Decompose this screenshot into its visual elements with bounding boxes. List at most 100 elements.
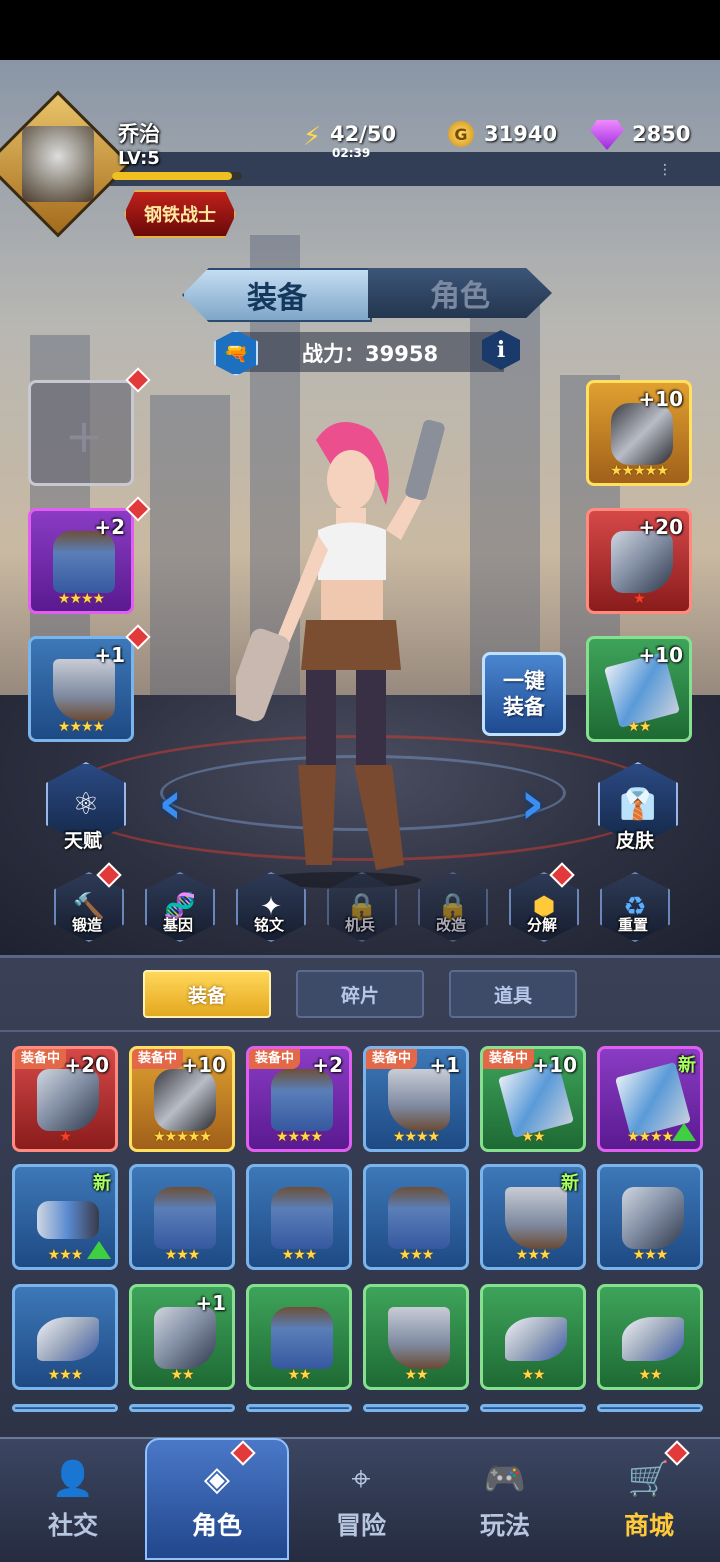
tab-character[interactable]: 角色: [368, 268, 552, 318]
inventory-tab-items[interactable]: 道具: [449, 970, 577, 1018]
new-tag: 新: [678, 1055, 696, 1076]
inventory-item[interactable]: ★★: [363, 1284, 469, 1390]
item-level: +10: [638, 387, 683, 411]
inventory-item-partial: [363, 1404, 469, 1412]
inventory-tab-fragments[interactable]: 碎片: [296, 970, 424, 1018]
armor-icon: [271, 1187, 333, 1249]
inventory-item[interactable]: 新 ★★★: [480, 1164, 586, 1270]
item-stars: ★★★★★: [153, 1129, 212, 1145]
item-stars: ★: [59, 1129, 72, 1145]
nav-social[interactable]: 👤 社交: [8, 1440, 138, 1555]
player-level: LV:5: [118, 148, 160, 169]
combat-power: 战力：39958: [302, 342, 439, 366]
nav-adventure[interactable]: ⌖ 冒险: [296, 1440, 426, 1555]
boot-icon: [388, 1307, 450, 1369]
player-name: 乔治: [118, 122, 160, 146]
nav-shop-label: 商城: [623, 1511, 674, 1540]
inventory-item[interactable]: ★★: [597, 1284, 703, 1390]
item-stars: ★★★★: [392, 1129, 440, 1145]
energy-icon[interactable]: ⚡: [298, 120, 326, 154]
forge-label: 锻造: [71, 916, 102, 934]
talent-icon: ⚛: [72, 786, 100, 822]
item-level: +1: [429, 1053, 460, 1077]
armor-icon: [388, 1187, 450, 1249]
gold-coin-icon[interactable]: G: [448, 121, 474, 147]
item-level: +10: [532, 1053, 577, 1077]
inventory-divider: [0, 1030, 720, 1032]
top-tab-group: 装备 角色: [182, 268, 552, 322]
gold-value: 31940: [484, 122, 558, 146]
item-level: +1: [195, 1291, 226, 1315]
equipped-tag: 装备中: [249, 1049, 301, 1069]
equip-slot-chip[interactable]: +10 ★★: [586, 636, 692, 742]
item-stars: ★★★★: [57, 719, 105, 735]
nav-social-label: 社交: [47, 1511, 98, 1540]
inventory-item[interactable]: ★★: [246, 1284, 352, 1390]
item-level: +2: [312, 1053, 343, 1077]
inventory-item[interactable]: ★★: [480, 1284, 586, 1390]
equip-slot-armor[interactable]: +2 ★★★★: [28, 508, 134, 614]
hero-character[interactable]: [236, 410, 446, 890]
inventory-item[interactable]: ★★★: [12, 1284, 118, 1390]
mech-beast-icon: [611, 403, 673, 465]
xp-bar-fill: [112, 172, 232, 180]
item-stars: ★★★★: [626, 1129, 674, 1145]
more-menu-icon[interactable]: ⋮: [658, 162, 672, 178]
inventory-item[interactable]: 装备中 +20 ★: [12, 1046, 118, 1152]
inventory-item[interactable]: ★★★: [246, 1164, 352, 1270]
add-icon: +: [64, 409, 104, 463]
nav-gameplay[interactable]: 🎮 玩法: [440, 1440, 570, 1555]
gene-label: 基因: [162, 916, 193, 934]
equipped-tag: 装备中: [366, 1049, 418, 1069]
rank-badge[interactable]: 钢铁战士: [124, 190, 236, 238]
armor-icon: [154, 1187, 216, 1249]
one-click-equip-line1: 一键: [503, 669, 545, 693]
nav-gameplay-label: 玩法: [479, 1511, 530, 1540]
shopping-cart-icon: 🛒: [627, 1459, 671, 1499]
tab-equipment[interactable]: 装备: [182, 268, 372, 322]
reset-label: 重置: [617, 916, 648, 934]
inventory-item[interactable]: 装备中 +1 ★★★★: [363, 1046, 469, 1152]
item-stars: ★★★: [632, 1247, 669, 1263]
item-stars: ★★★: [281, 1247, 318, 1263]
inventory-item-partial: [480, 1404, 586, 1412]
inventory-item[interactable]: ★★★: [129, 1164, 235, 1270]
gauntlet-icon: [611, 531, 673, 593]
prev-character-arrow[interactable]: ‹: [158, 768, 183, 838]
inventory-item[interactable]: +1 ★★: [129, 1284, 235, 1390]
character-icon: ◈: [203, 1459, 231, 1499]
equip-slot-gauntlet[interactable]: +20 ★: [586, 508, 692, 614]
decompose-label: 分解: [526, 916, 557, 934]
inventory-item[interactable]: 装备中 +10 ★★: [480, 1046, 586, 1152]
nav-shop[interactable]: 🛒 商城: [584, 1440, 714, 1555]
equip-slot-mech[interactable]: +10 ★★★★★: [586, 380, 692, 486]
item-stars: ★★: [627, 719, 651, 735]
mech-beast-icon: [154, 1069, 216, 1131]
header-bar: [110, 152, 720, 186]
one-click-equip-button[interactable]: 一键 装备: [482, 652, 566, 736]
map-pin-icon: ⌖: [351, 1459, 371, 1499]
inventory-item[interactable]: 装备中 +10 ★★★★★: [129, 1046, 235, 1152]
item-level: +20: [64, 1053, 109, 1077]
skin-icon: 👔: [619, 786, 657, 822]
boot-icon: [388, 1069, 450, 1131]
inventory-item[interactable]: 新 ★★★★: [597, 1046, 703, 1152]
inventory-tab-equipment[interactable]: 装备: [143, 970, 271, 1018]
equip-slot-boots[interactable]: +1 ★★★★: [28, 636, 134, 742]
inventory-item[interactable]: 新 ★★★: [12, 1164, 118, 1270]
inventory-item-partial: [12, 1404, 118, 1412]
avatar[interactable]: [22, 126, 94, 202]
gauntlet-icon: [37, 1069, 99, 1131]
equipped-tag: 装备中: [15, 1049, 67, 1069]
inventory-item[interactable]: ★★★: [363, 1164, 469, 1270]
gamepad-icon: 🎮: [483, 1459, 527, 1499]
item-stars: ★: [633, 591, 646, 607]
item-stars: ★★★: [398, 1247, 435, 1263]
inventory-item[interactable]: ★★★: [597, 1164, 703, 1270]
nav-character[interactable]: ◈ 角色: [152, 1440, 282, 1555]
next-character-arrow[interactable]: ›: [520, 768, 545, 838]
item-level: +20: [638, 515, 683, 539]
equip-slot-weapon[interactable]: +: [28, 380, 134, 486]
talent-label: 天赋: [63, 830, 102, 852]
inventory-item[interactable]: 装备中 +2 ★★★★: [246, 1046, 352, 1152]
